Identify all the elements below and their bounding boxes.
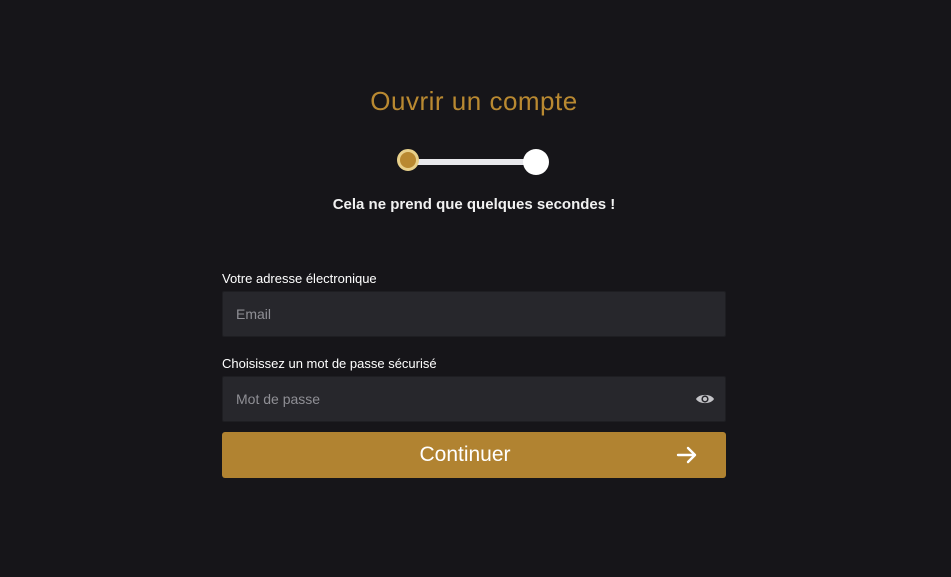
stepper-track <box>409 159 537 165</box>
stepper-step-2 <box>523 149 549 175</box>
email-field[interactable] <box>223 292 725 336</box>
password-label: Choisissez un mot de passe sécurisé <box>222 356 437 371</box>
page-title: Ouvrir un compte <box>370 86 578 116</box>
signup-page: Ouvrir un compte Cela ne prend que quelq… <box>0 0 951 577</box>
password-field[interactable] <box>223 377 725 421</box>
progress-stepper <box>397 148 549 176</box>
email-label: Votre adresse électronique <box>222 271 377 286</box>
email-field-container <box>222 291 726 337</box>
arrow-right-icon <box>676 445 698 465</box>
page-subtitle: Cela ne prend que quelques secondes ! <box>332 196 616 213</box>
stepper-step-1-active <box>397 149 419 171</box>
eye-icon[interactable] <box>695 389 715 409</box>
continue-button-label: Continuer <box>419 443 511 466</box>
password-field-container <box>222 376 726 422</box>
continue-button[interactable]: Continuer <box>222 432 726 478</box>
